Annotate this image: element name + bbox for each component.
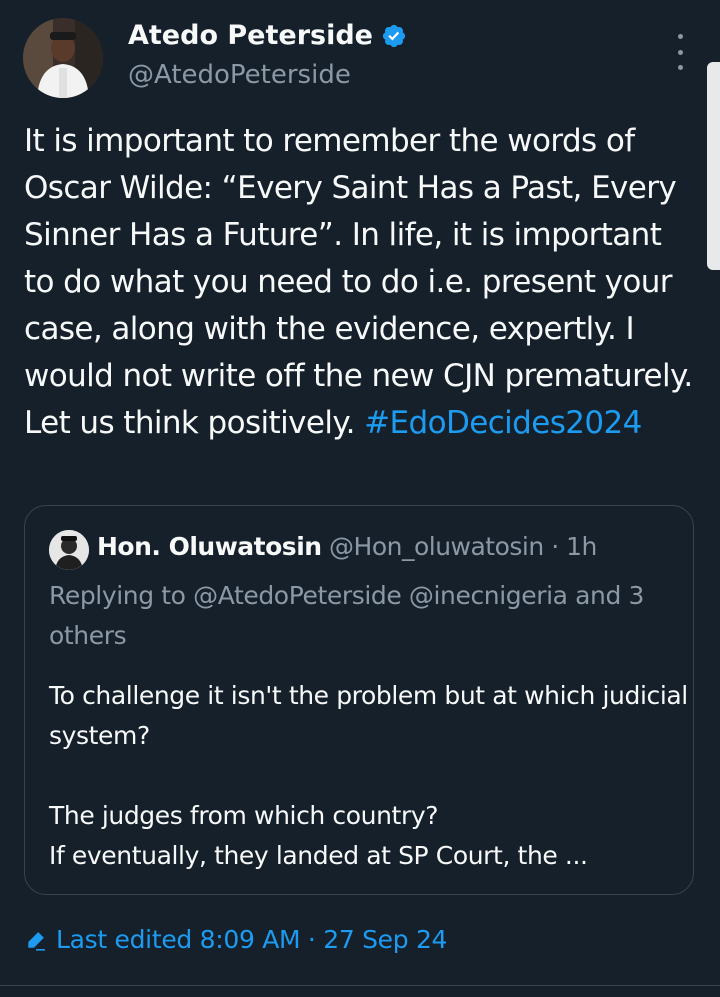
quote-line: To challenge it isn't the problem but at… bbox=[49, 681, 688, 750]
edit-pencil-icon bbox=[28, 931, 45, 951]
quote-author-handle[interactable]: @Hon_oluwatosin bbox=[329, 532, 544, 561]
more-options-icon[interactable] bbox=[668, 34, 692, 70]
divider bbox=[0, 985, 720, 986]
quote-author-name[interactable]: Hon. Oluwatosin bbox=[97, 532, 322, 561]
quote-line: The judges from which country? bbox=[49, 801, 439, 830]
quote-header: Hon. Oluwatosin @Hon_oluwatosin · 1h bbox=[97, 532, 597, 561]
last-edited-link[interactable]: Last edited 8:09 AM · 27 Sep 24 bbox=[24, 925, 447, 954]
replying-to-text: Replying to @AtedoPeterside @inecnigeria… bbox=[49, 581, 645, 650]
quote-author-avatar[interactable] bbox=[49, 530, 89, 570]
author-avatar[interactable] bbox=[23, 18, 103, 98]
quote-timestamp[interactable]: 1h bbox=[566, 532, 597, 561]
quote-line: If eventually, they landed at SP Court, … bbox=[49, 841, 588, 870]
hashtag-link[interactable]: #EdoDecides2024 bbox=[364, 405, 642, 441]
last-edited-label[interactable]: Last edited 8:09 AM · 27 Sep 24 bbox=[56, 925, 447, 954]
scrollbar[interactable] bbox=[707, 62, 720, 270]
author-name[interactable]: Atedo Peterside bbox=[128, 20, 407, 51]
tweet-page: Atedo Peterside @AtedoPeterside It is im… bbox=[0, 0, 720, 997]
verified-badge-icon bbox=[381, 23, 407, 49]
author-name-text[interactable]: Atedo Peterside bbox=[128, 20, 373, 51]
quote-text: To challenge it isn't the problem but at… bbox=[49, 676, 689, 876]
tweet-text: It is important to remember the words of… bbox=[24, 118, 696, 447]
dot-separator: · bbox=[551, 532, 567, 561]
tweet-body: It is important to remember the words of… bbox=[24, 123, 693, 441]
author-handle[interactable]: @AtedoPeterside bbox=[128, 60, 351, 90]
quoted-tweet-card[interactable]: Hon. Oluwatosin @Hon_oluwatosin · 1h Rep… bbox=[24, 505, 694, 895]
